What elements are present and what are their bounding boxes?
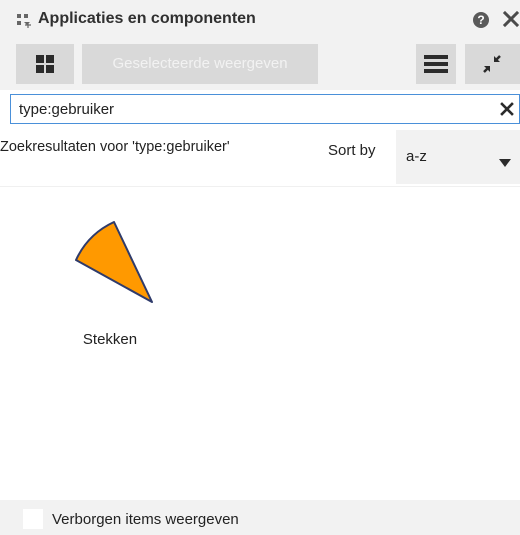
clear-search-icon[interactable] (499, 100, 515, 118)
search-box (10, 94, 520, 124)
panel-title: Applicaties en componenten (38, 10, 256, 27)
chevron-down-icon (499, 154, 511, 167)
list-view-button[interactable] (416, 44, 456, 84)
panel-footer: Verborgen items weergeven (0, 500, 520, 535)
show-selected-button[interactable]: Geselecteerde weergeven (82, 44, 318, 84)
sort-by-label: Sort by (328, 142, 376, 159)
result-tile[interactable]: Stekken (40, 200, 190, 360)
show-hidden-label[interactable]: Verborgen items weergeven (52, 511, 239, 528)
close-panel-icon[interactable] (502, 9, 520, 29)
list-icon (424, 54, 448, 74)
sort-selected-value: a-z (406, 148, 427, 165)
results-divider (0, 186, 520, 187)
sort-select[interactable]: a-z (396, 130, 520, 184)
search-results-heading: Zoekresultaten voor 'type:gebruiker' (0, 139, 230, 155)
search-input[interactable] (19, 98, 489, 120)
pie-wedge-icon (54, 208, 164, 318)
grid-icon (36, 55, 54, 73)
grid-view-button[interactable] (16, 44, 74, 84)
panel-grip-icon[interactable] (16, 13, 32, 29)
applications-components-panel: Applicaties en componenten ? Geselecteer… (0, 0, 520, 535)
panel-titlebar: Applicaties en componenten ? (0, 0, 520, 40)
collapse-arrows-icon (482, 54, 502, 74)
help-icon[interactable]: ? (473, 12, 489, 28)
result-tile-label: Stekken (82, 331, 138, 348)
collapse-button[interactable] (465, 44, 520, 84)
panel-toolbar: Geselecteerde weergeven (0, 40, 520, 90)
show-hidden-checkbox[interactable] (23, 509, 43, 529)
